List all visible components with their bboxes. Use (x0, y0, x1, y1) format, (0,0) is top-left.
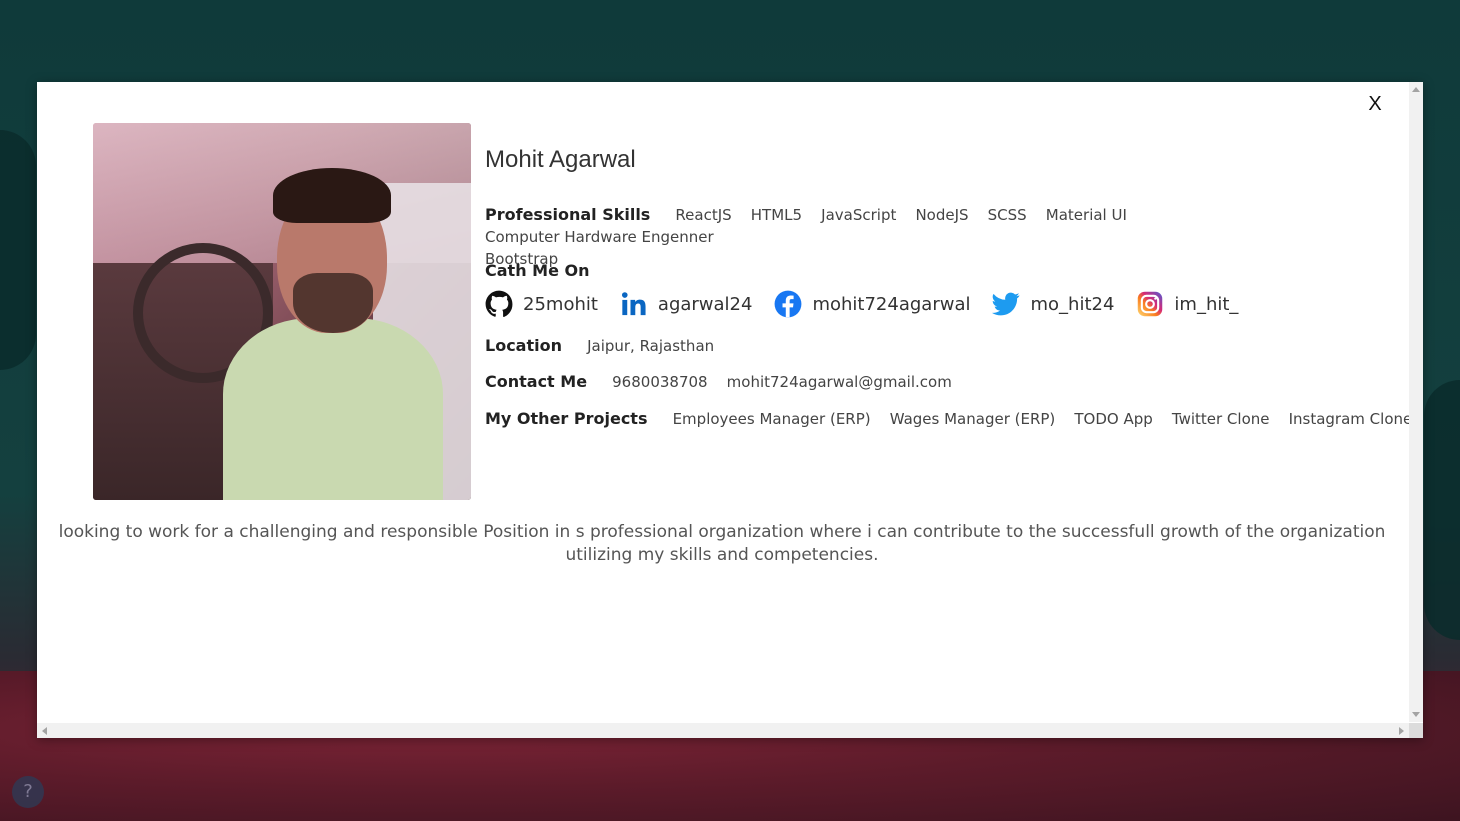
github-icon (485, 290, 513, 317)
linkedin-icon (621, 292, 646, 316)
project-link[interactable]: Employees Manager (ERP) (673, 410, 871, 428)
scroll-up-arrow-icon[interactable] (1412, 87, 1420, 92)
projects-row: My Other Projects Employees Manager (ERP… (485, 409, 1426, 428)
contact-label: Contact Me (485, 372, 588, 391)
skill-item: JavaScript (821, 206, 897, 224)
skills-row: Professional Skills ReactJS HTML5 JavaSc… (485, 204, 1325, 270)
project-link[interactable]: TODO App (1074, 410, 1152, 428)
social-handle: agarwal24 (657, 293, 753, 315)
skills-label: Professional Skills (485, 205, 651, 224)
background-foliage-right (1424, 380, 1460, 640)
location-row: Location Jaipur, Rajasthan (485, 336, 728, 355)
close-button[interactable]: X (1363, 92, 1387, 116)
vertical-scrollbar[interactable] (1409, 82, 1423, 722)
scrollbar-corner (1409, 723, 1423, 738)
skill-item: NodeJS (915, 206, 969, 224)
social-handle: im_hit_ (1174, 293, 1239, 315)
photo-beard (293, 273, 373, 333)
skill-item: SCSS (987, 206, 1027, 224)
profile-modal: X Mohit Agarwal Professional Skills Reac… (37, 82, 1423, 738)
scroll-down-arrow-icon[interactable] (1412, 712, 1420, 717)
skill-item: ReactJS (675, 206, 732, 224)
background-foliage-left (0, 130, 36, 370)
photo-hair (273, 168, 391, 223)
instagram-icon (1138, 291, 1163, 317)
contact-email[interactable]: mohit724agarwal@gmail.com (727, 373, 952, 391)
help-button[interactable]: ? (12, 776, 44, 808)
social-handle: mo_hit24 (1030, 293, 1115, 315)
social-handle: 25mohit (523, 293, 598, 315)
scroll-left-arrow-icon[interactable] (42, 727, 47, 735)
project-link[interactable]: Twitter Clone (1172, 410, 1270, 428)
about-text: looking to work for a challenging and re… (58, 522, 1386, 565)
location-label: Location (485, 336, 562, 355)
twitter-icon (992, 292, 1021, 316)
social-link-twitter[interactable]: mo_hit24 (992, 290, 1114, 318)
skill-item: HTML5 (750, 206, 803, 224)
social-handle: mohit724agarwal (812, 293, 971, 315)
projects-label: My Other Projects (485, 409, 648, 428)
social-link-linkedin[interactable]: agarwal24 (620, 290, 753, 318)
skill-item: Material UI (1045, 206, 1127, 224)
location-value: Jaipur, Rajasthan (587, 337, 715, 355)
photo-shirt (223, 318, 443, 500)
scroll-right-arrow-icon[interactable] (1399, 727, 1404, 735)
social-link-github[interactable]: 25mohit (485, 290, 598, 318)
horizontal-scrollbar[interactable] (37, 723, 1409, 738)
skill-item: Computer Hardware Engenner (485, 228, 714, 246)
social-link-instagram[interactable]: im_hit_ (1136, 290, 1238, 318)
social-link-facebook[interactable]: mohit724agarwal (774, 290, 970, 318)
project-link[interactable]: Instagram Clone (1289, 410, 1413, 428)
project-link[interactable]: Wages Manager (ERP) (890, 410, 1056, 428)
profile-photo (93, 123, 471, 500)
facebook-icon (775, 290, 802, 318)
profile-name: Mohit Agarwal (485, 146, 636, 173)
social-title: Cath Me On (485, 261, 590, 280)
contact-row: Contact Me 9680038708 mohit724agarwal@gm… (485, 372, 966, 391)
social-links: 25mohit agarwal24 mohit724agarwal mo_hit… (485, 290, 1260, 318)
contact-phone[interactable]: 9680038708 (612, 373, 707, 391)
